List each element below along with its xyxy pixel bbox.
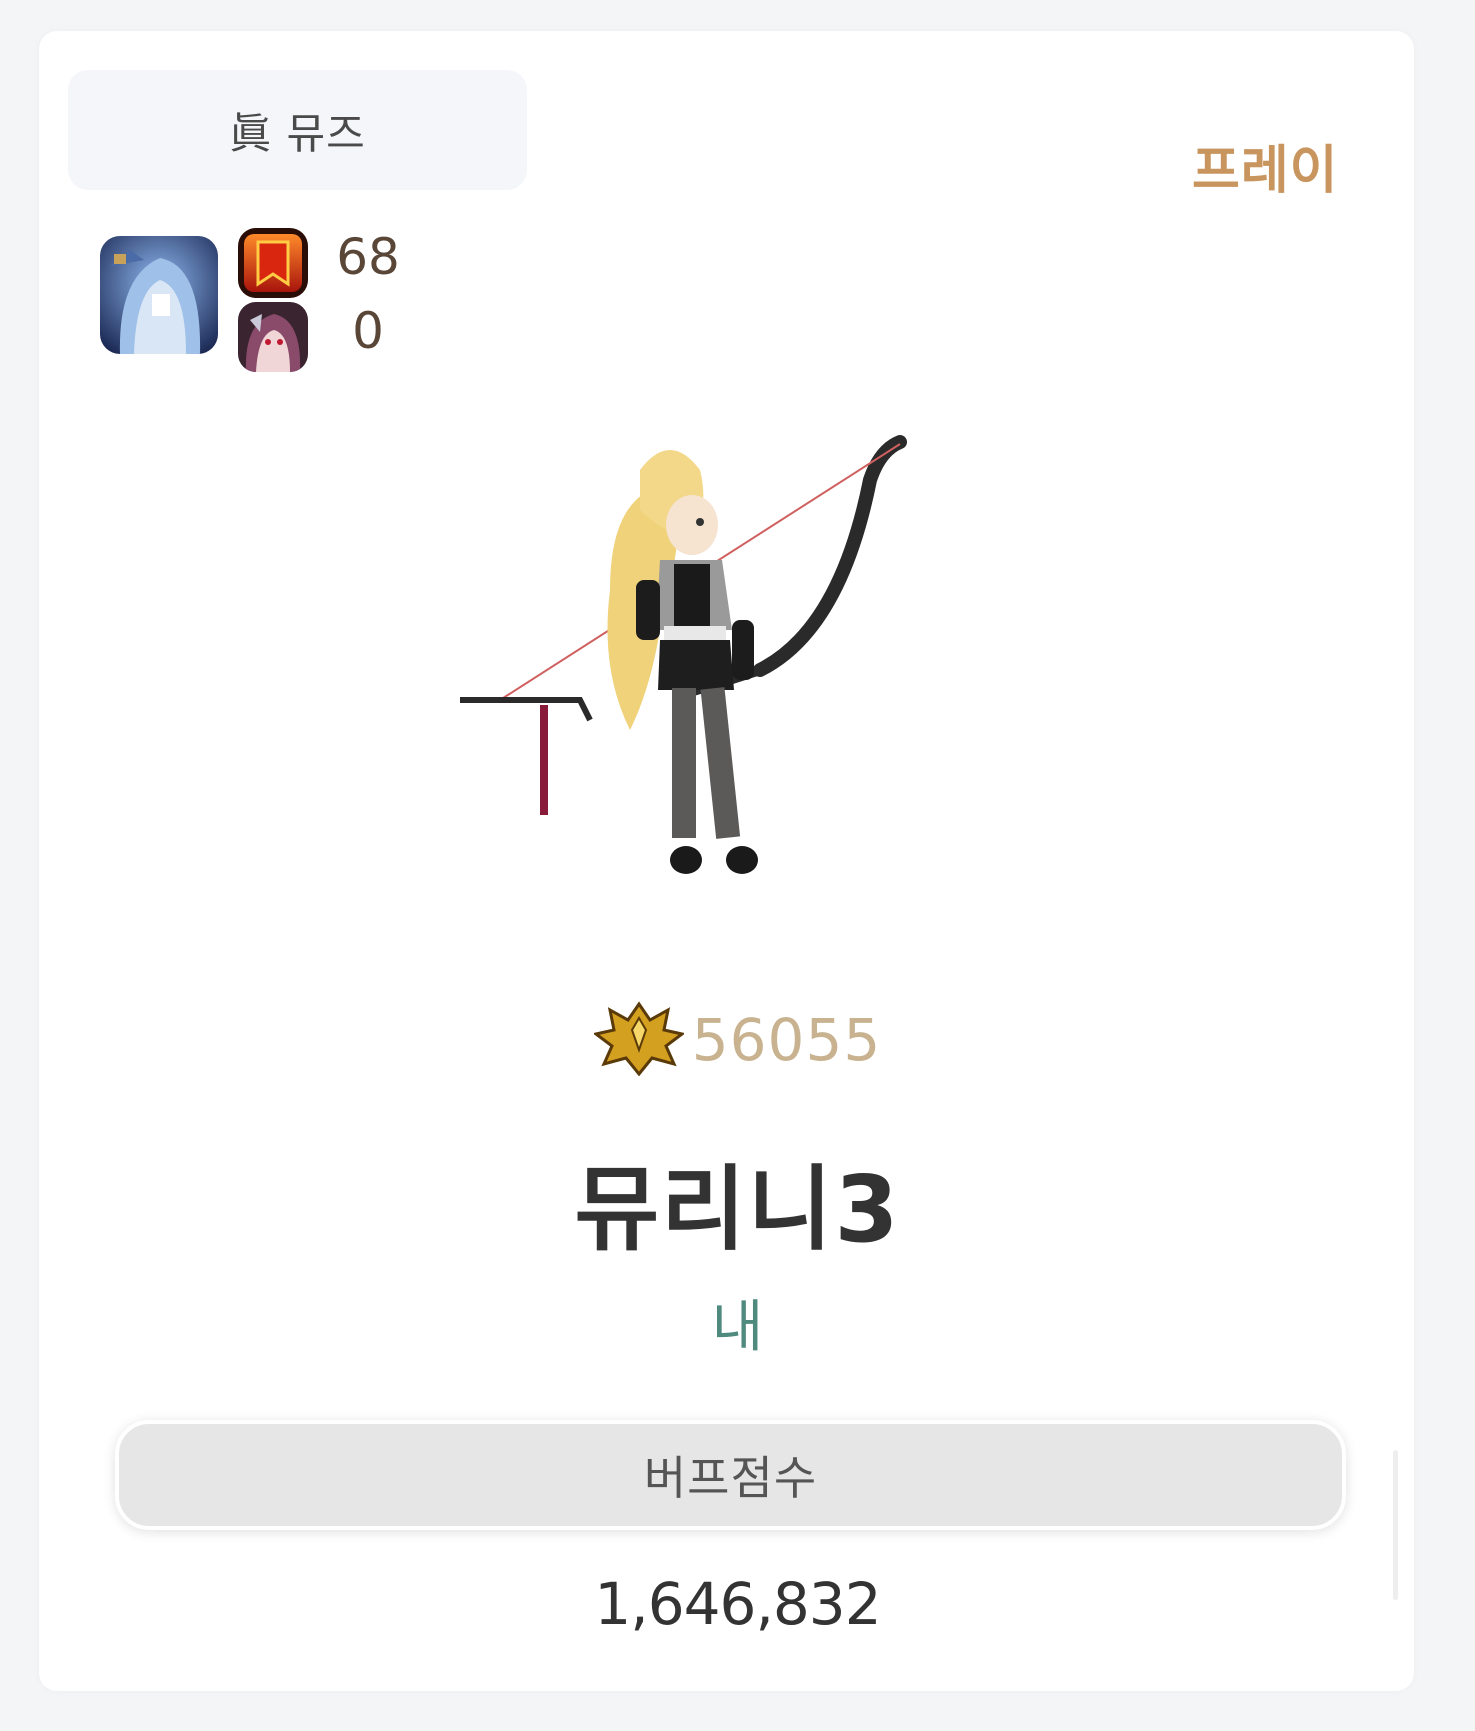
scrollbar[interactable]: [1393, 1450, 1398, 1600]
fame-row: 56055: [0, 1001, 1475, 1077]
character-sprite: [460, 430, 980, 910]
buff-score-label: 버프점수: [115, 1420, 1346, 1530]
companion-portrait-icon: [238, 302, 308, 372]
level-value: 68: [336, 228, 400, 286]
buff-score-value: 1,646,832: [594, 1570, 881, 1638]
companion-value: 0: [352, 302, 384, 360]
buff-score-label-text: 버프점수: [643, 1451, 818, 1505]
red-banner-icon: [238, 228, 308, 298]
server-label: 프레이: [1192, 141, 1339, 201]
character-name: 뮤리니3: [574, 1156, 901, 1263]
fame-value: 56055: [691, 1006, 882, 1074]
class-tab-label: 眞 뮤즈: [229, 108, 366, 158]
class-tab[interactable]: 眞 뮤즈: [68, 70, 527, 190]
fame-emblem-icon: [592, 1000, 686, 1080]
character-portrait-icon: [100, 236, 218, 354]
guild-name[interactable]: 내: [0, 1282, 1475, 1363]
